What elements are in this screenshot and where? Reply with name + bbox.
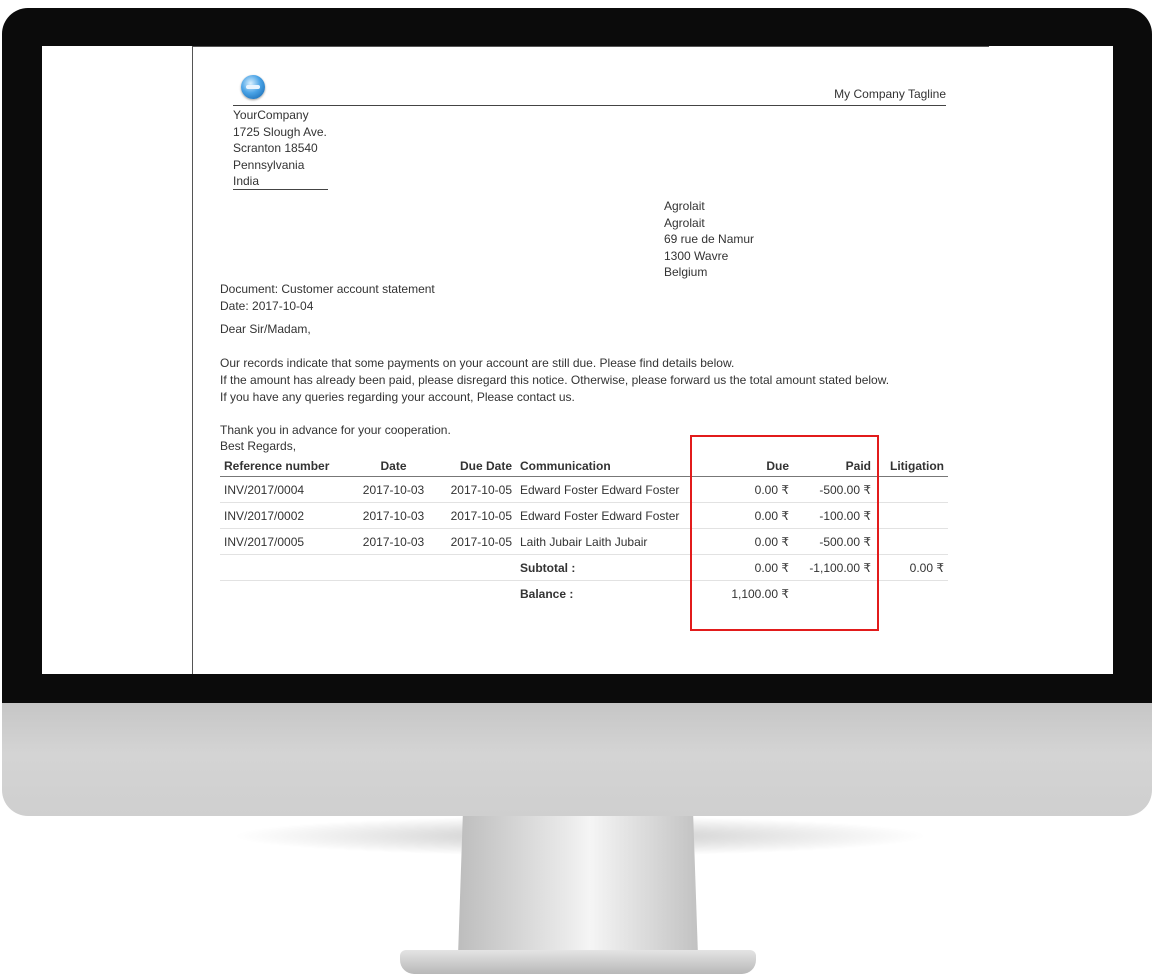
company-city: Scranton 18540 (233, 141, 318, 155)
document-date: Date: 2017-10-04 (220, 298, 314, 313)
cell-litigation (875, 502, 948, 529)
col-due-date: Due Date (434, 456, 516, 477)
company-tagline: My Company Tagline (834, 87, 946, 101)
partner-address: Agrolait Agrolait 69 rue de Namur 1300 W… (664, 198, 754, 281)
cell-communication: Edward Foster Edward Foster (516, 476, 694, 503)
body-paragraph: Our records indicate that some payments … (220, 355, 889, 405)
empty-cell (434, 554, 516, 581)
empty-cell (434, 581, 516, 607)
company-country: India (233, 174, 260, 188)
partner-contact: Agrolait (664, 215, 705, 230)
company-name: YourCompany (233, 108, 309, 122)
company-divider (233, 189, 328, 190)
col-communication: Communication (516, 456, 694, 477)
cell-date: 2017-10-03 (353, 528, 434, 555)
cell-due-date: 2017-10-05 (434, 476, 516, 503)
empty-cell (353, 554, 434, 581)
partner-country: Belgium (664, 265, 708, 279)
company-street: 1725 Slough Ave. (233, 124, 327, 139)
company-state: Pennsylvania (233, 157, 305, 172)
cell-communication: Laith Jubair Laith Jubair (516, 528, 694, 555)
document-info: Document: Customer account statement Dat… (220, 281, 435, 314)
cell-litigation (875, 476, 948, 503)
regards-line: Best Regards, (220, 439, 297, 453)
col-date: Date (353, 456, 434, 477)
empty-cell (220, 581, 353, 607)
greeting: Dear Sir/Madam, (220, 322, 311, 336)
document-type: Document: Customer account statement (220, 282, 435, 296)
subtotal-litigation: 0.00 ₹ (875, 554, 948, 581)
monitor-stand-neck (458, 816, 698, 956)
balance-label: Balance : (520, 586, 574, 601)
cell-due-date: 2017-10-05 (434, 528, 516, 555)
empty-cell (353, 581, 434, 607)
company-address: YourCompany 1725 Slough Ave. Scranton 18… (233, 107, 327, 190)
cell-due-date: 2017-10-05 (434, 502, 516, 529)
body-line-3: If you have any queries regarding your a… (220, 389, 575, 404)
col-litigation: Litigation (875, 456, 948, 477)
cell-reference: INV/2017/0002 (220, 502, 353, 529)
empty-cell (220, 554, 353, 581)
cell-communication: Edward Foster Edward Foster (516, 502, 694, 529)
body-line-1: Our records indicate that some payments … (220, 356, 735, 370)
closing: Thank you in advance for your cooperatio… (220, 422, 451, 454)
cell-date: 2017-10-03 (353, 502, 434, 529)
subtotal-label: Subtotal : (516, 554, 694, 581)
thanks-line: Thank you in advance for your cooperatio… (220, 423, 451, 437)
cell-litigation (875, 528, 948, 555)
col-reference-number: Reference number (220, 456, 353, 477)
highlight-box (690, 435, 879, 631)
monitor-screen: My Company Tagline YourCompany 1725 Slou… (42, 46, 1113, 674)
cell-reference: INV/2017/0004 (220, 476, 353, 503)
partner-name: Agrolait (664, 199, 705, 213)
header-divider (233, 105, 946, 106)
cell-reference: INV/2017/0005 (220, 528, 353, 555)
body-line-2: If the amount has already been paid, ple… (220, 372, 890, 387)
statement-document: My Company Tagline YourCompany 1725 Slou… (42, 46, 1113, 674)
empty-cell (875, 581, 948, 607)
monitor-chin (2, 703, 1152, 816)
monitor-stand-foot (400, 950, 756, 974)
partner-street: 69 rue de Namur (664, 232, 755, 246)
cell-date: 2017-10-03 (353, 476, 434, 503)
partner-city: 1300 Wavre (664, 248, 729, 263)
company-logo-icon (241, 75, 265, 99)
